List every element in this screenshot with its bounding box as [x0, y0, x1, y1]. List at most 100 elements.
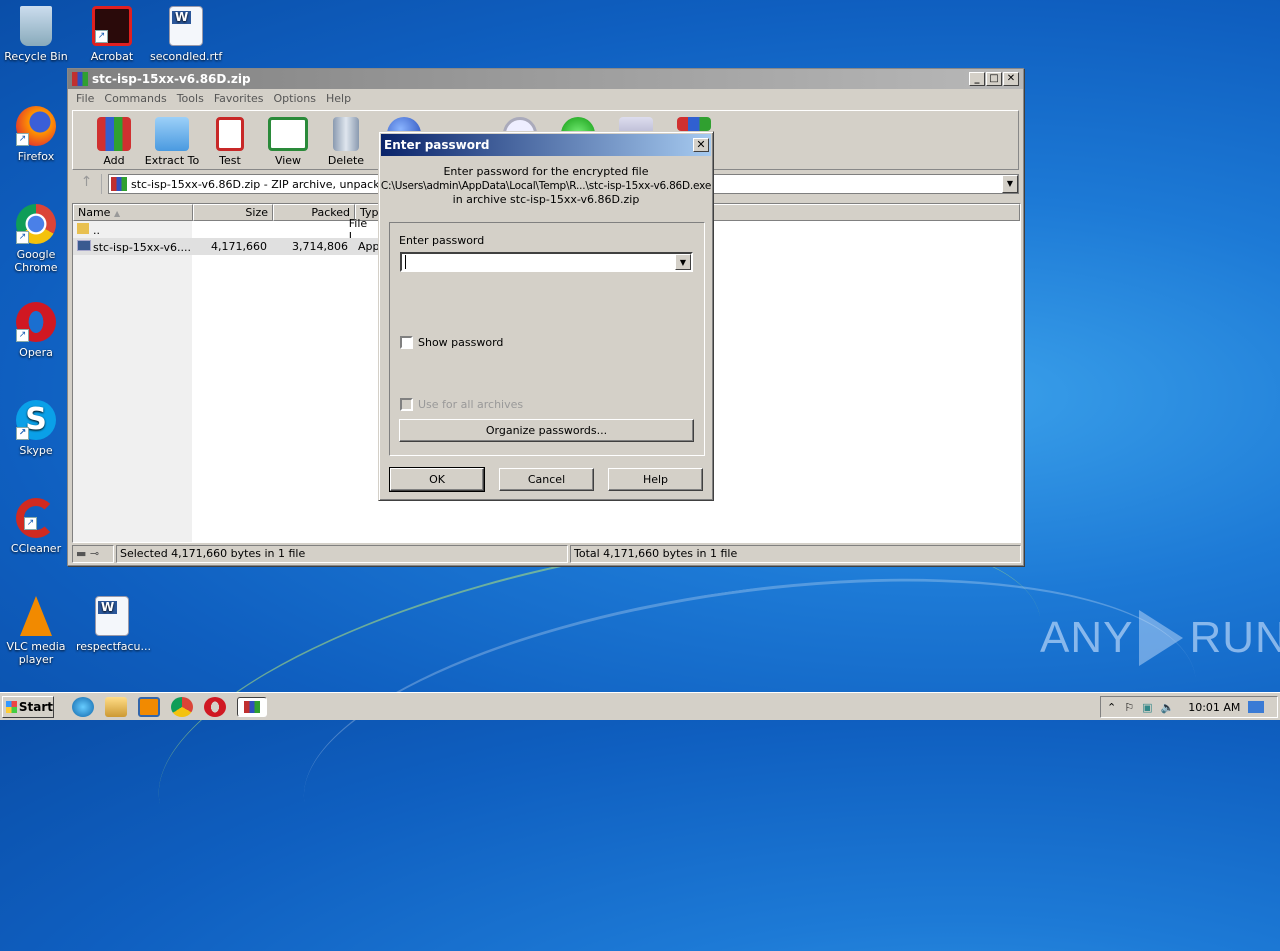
menu-help[interactable]: Help: [322, 92, 357, 105]
dialog-close-button[interactable]: ✕: [693, 138, 709, 152]
password-input[interactable]: ▼: [400, 252, 693, 272]
icon-label: Recycle Bin: [4, 50, 68, 63]
chevron-down-icon[interactable]: ▼: [1002, 175, 1018, 193]
column-name[interactable]: Name ▲: [73, 204, 193, 221]
desktop-icon-vlc[interactable]: VLC media player: [0, 596, 72, 666]
explorer-taskbar-icon[interactable]: [105, 696, 127, 717]
add-button[interactable]: Add: [85, 111, 143, 169]
menu-commands[interactable]: Commands: [100, 92, 172, 105]
password-group: Enter password ▼ Show password Use for a…: [389, 222, 705, 456]
recycle-bin-icon: [20, 6, 52, 46]
volume-icon[interactable]: 🔈: [1161, 701, 1175, 714]
wallpaper-swoosh: [283, 528, 1217, 951]
desktop-icon-ccleaner[interactable]: ↗ CCleaner: [0, 498, 72, 555]
icon-label: Google Chrome: [14, 248, 58, 274]
tool-label: Add: [103, 154, 125, 167]
desktop-icon-secondled[interactable]: Wsecondled.rtf: [150, 6, 222, 63]
icon-label: Opera: [19, 346, 53, 359]
view-button[interactable]: View: [259, 111, 317, 169]
organize-passwords-button[interactable]: Organize passwords...: [399, 419, 694, 442]
desktop-icon-recycle-bin[interactable]: Recycle Bin: [0, 6, 72, 63]
system-tray: ⌃ ⚐ ▣ 🔈 10:01 AM: [1100, 696, 1278, 718]
word-doc-icon: W: [95, 596, 129, 636]
folder-icon: [155, 117, 189, 151]
chrome-icon: ↗: [16, 204, 56, 244]
delete-button[interactable]: Delete: [317, 111, 375, 169]
chevron-down-icon[interactable]: ▼: [675, 254, 691, 270]
column-size[interactable]: Size: [193, 204, 273, 221]
opera-icon: ↗: [16, 302, 56, 342]
menu-favorites[interactable]: Favorites: [210, 92, 270, 105]
winrar-icon: [72, 72, 88, 86]
word-doc-icon: W: [169, 6, 203, 46]
icon-label: Acrobat: [90, 50, 134, 63]
show-hidden-icons[interactable]: ⌃: [1107, 701, 1116, 714]
show-password-checkbox[interactable]: Show password: [400, 336, 503, 349]
minimize-button[interactable]: _: [969, 72, 985, 86]
media-player-taskbar-icon[interactable]: [138, 696, 160, 717]
close-button[interactable]: ✕: [1003, 72, 1019, 86]
desktop-icon-acrobat[interactable]: ↗ Acrobat: [76, 6, 148, 63]
winrar-icon: [244, 700, 260, 713]
enter-password-dialog: Enter password ✕ Enter password for the …: [378, 131, 714, 501]
icon-label: CCleaner: [10, 542, 62, 555]
table-row-selected[interactable]: stc-isp-15xx-v6.... 4,171,660 3,714,806 …: [73, 238, 383, 255]
flag-icon[interactable]: ⚐: [1124, 701, 1134, 714]
menu-file[interactable]: File: [72, 92, 100, 105]
windows-logo-icon: [6, 700, 17, 713]
test-button[interactable]: Test: [201, 111, 259, 169]
dialog-title: Enter password: [384, 138, 490, 152]
skype-icon: S ↗: [16, 400, 56, 440]
dialog-message: Enter password for the encrypted file C:…: [380, 165, 712, 206]
icon-label: VLC media player: [6, 640, 66, 666]
chrome-taskbar-icon[interactable]: [171, 696, 193, 717]
maximize-button[interactable]: □: [986, 72, 1002, 86]
play-logo-icon: [1139, 610, 1184, 666]
use-for-all-archives-checkbox: Use for all archives: [400, 398, 523, 411]
anyrun-watermark: ANY RUN: [1040, 610, 1280, 666]
ie-taskbar-icon[interactable]: [72, 696, 94, 717]
folder-icon: [77, 222, 89, 234]
menu-bar: File Commands Tools Favorites Options He…: [68, 89, 1023, 108]
tool-label: Delete: [327, 154, 365, 167]
start-button[interactable]: Start: [2, 695, 54, 718]
extract-to-button[interactable]: Extract To: [143, 111, 201, 169]
icon-label: secondled.rtf: [150, 50, 223, 63]
table-row[interactable]: .. File I: [73, 217, 373, 243]
help-button[interactable]: Help: [608, 468, 703, 491]
status-bar: ▬ ⊸ Selected 4,171,660 bytes in 1 file T…: [72, 545, 1021, 563]
vlc-icon: [20, 596, 52, 636]
desktop-icon-skype[interactable]: S ↗ Skype: [0, 400, 72, 457]
address-text: stc-isp-15xx-v6.86D.zip - ZIP archive, u…: [131, 177, 393, 191]
up-arrow-icon[interactable]: ↑: [72, 174, 102, 194]
tool-label: Extract To: [144, 154, 200, 167]
text-caret: [405, 255, 406, 269]
desktop-icon-chrome[interactable]: ↗ Google Chrome: [0, 204, 72, 274]
icon-label: Skype: [19, 444, 53, 457]
ok-button[interactable]: OK: [389, 467, 485, 492]
clock[interactable]: 10:01 AM: [1188, 701, 1240, 714]
firefox-icon: ↗: [16, 106, 56, 146]
window-titlebar[interactable]: stc-isp-15xx-v6.86D.zip _ □ ✕: [68, 69, 1023, 89]
show-desktop-icon[interactable]: [1248, 701, 1265, 713]
clipboard-check-icon: [216, 117, 244, 151]
network-icon[interactable]: ▣: [1142, 701, 1152, 714]
desktop-icon-firefox[interactable]: ↗ Firefox: [0, 106, 72, 163]
winrar-taskbar-button[interactable]: [237, 696, 267, 717]
sfx-icon: [677, 117, 711, 131]
add-archive-icon: [97, 117, 131, 151]
column-packed[interactable]: Packed: [273, 204, 355, 221]
desktop-icon-opera[interactable]: ↗ Opera: [0, 302, 72, 359]
ccleaner-icon: ↗: [16, 498, 56, 538]
book-icon: [268, 117, 308, 151]
cancel-button[interactable]: Cancel: [499, 468, 594, 491]
dialog-titlebar[interactable]: Enter password ✕: [381, 134, 711, 156]
name-column-bg: [73, 221, 192, 542]
menu-options[interactable]: Options: [270, 92, 322, 105]
opera-taskbar-icon[interactable]: [204, 696, 226, 717]
tool-label: Test: [219, 154, 241, 167]
desktop-icon-respectfacu[interactable]: Wrespectfacu...: [76, 596, 151, 653]
zip-icon: [111, 177, 127, 191]
drive-key-icon: ▬ ⊸: [72, 545, 114, 563]
menu-tools[interactable]: Tools: [173, 92, 210, 105]
